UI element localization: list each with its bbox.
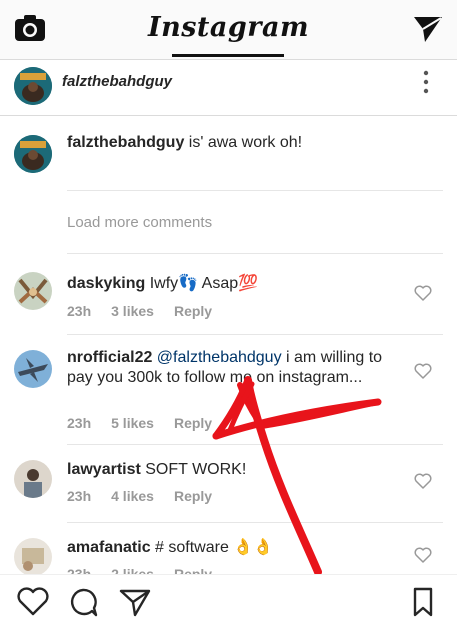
heart-icon[interactable]	[414, 547, 432, 563]
commenter-avatar[interactable]	[14, 272, 52, 310]
comment-likes[interactable]: 5 likes	[111, 415, 154, 431]
caption-username[interactable]: falzthebahdguy	[67, 134, 184, 151]
direct-send-icon[interactable]	[412, 14, 444, 44]
heart-icon[interactable]	[16, 587, 50, 617]
commenter-avatar[interactable]	[14, 538, 52, 574]
comment-username[interactable]: amafanatic	[67, 539, 151, 556]
post-caption: falzthebahdguy is' awa work oh!	[0, 118, 457, 190]
share-icon[interactable]	[118, 587, 152, 617]
comment-username[interactable]: daskyking	[67, 275, 145, 292]
comment-text: nrofficial22 @falzthebahdguy i am willin…	[67, 348, 397, 388]
post-action-bar	[0, 574, 457, 630]
divider	[67, 444, 443, 445]
heart-icon[interactable]	[414, 363, 432, 379]
divider	[67, 334, 443, 335]
commenter-avatar[interactable]	[14, 460, 52, 498]
comment-item: lawyartist SOFT WORK! 23h 4 likes Reply	[0, 450, 457, 522]
comment-item: nrofficial22 @falzthebahdguy i am willin…	[0, 340, 457, 444]
caption-body: is' awa work oh!	[184, 134, 303, 151]
comment-text: amafanatic # software 👌👌	[67, 538, 397, 558]
reply-button[interactable]: Reply	[174, 488, 212, 504]
comment-text: daskyking Iwfy👣 Asap💯	[67, 274, 397, 294]
divider	[67, 253, 443, 254]
heart-icon[interactable]	[414, 285, 432, 301]
heart-icon[interactable]	[414, 473, 432, 489]
comment-meta: 23h 5 likes Reply	[67, 415, 232, 431]
comment-meta: 23h 2 likes Reply	[67, 566, 232, 574]
post-author-avatar[interactable]	[14, 67, 52, 105]
caption-text: falzthebahdguy is' awa work oh!	[67, 133, 427, 153]
reply-button[interactable]: Reply	[174, 566, 212, 574]
comment-item: daskyking Iwfy👣 Asap💯 23h 3 likes Reply	[0, 262, 457, 334]
comment-time: 23h	[67, 303, 92, 319]
comment-body: Iwfy👣 Asap💯	[145, 275, 259, 292]
comment-icon[interactable]	[66, 587, 100, 617]
divider	[67, 190, 443, 191]
comment-username[interactable]: lawyartist	[67, 461, 141, 478]
more-options-icon[interactable]	[420, 70, 432, 94]
comment-body: # software 👌👌	[150, 539, 274, 556]
app-logo: Instagram	[147, 12, 310, 43]
top-bar: Instagram	[0, 0, 457, 60]
comment-likes[interactable]: 4 likes	[111, 488, 154, 504]
post-header: falzthebahdguy	[0, 60, 457, 116]
comment-time: 23h	[67, 566, 92, 574]
commenter-avatar[interactable]	[14, 350, 52, 388]
comment-time: 23h	[67, 415, 92, 431]
reply-button[interactable]: Reply	[174, 415, 212, 431]
comment-username[interactable]: nrofficial22	[67, 349, 152, 366]
comment-text: lawyartist SOFT WORK!	[67, 460, 397, 480]
comment-likes[interactable]: 2 likes	[111, 566, 154, 574]
divider	[67, 522, 443, 523]
post-author-username[interactable]: falzthebahdguy	[62, 73, 172, 90]
comment-likes[interactable]: 3 likes	[111, 303, 154, 319]
reply-button[interactable]: Reply	[174, 303, 212, 319]
logo-underline	[172, 54, 284, 57]
comment-time: 23h	[67, 488, 92, 504]
bookmark-icon[interactable]	[406, 587, 440, 617]
comment-body: SOFT WORK!	[140, 461, 247, 478]
comment-meta: 23h 3 likes Reply	[67, 303, 232, 319]
mention-link[interactable]: @falzthebahdguy	[152, 349, 282, 366]
comment-item: amafanatic # software 👌👌 23h 2 likes Reply	[0, 530, 457, 574]
load-more-comments-link[interactable]: Load more comments	[67, 214, 212, 231]
caption-avatar[interactable]	[14, 135, 52, 173]
comment-meta: 23h 4 likes Reply	[67, 488, 232, 504]
